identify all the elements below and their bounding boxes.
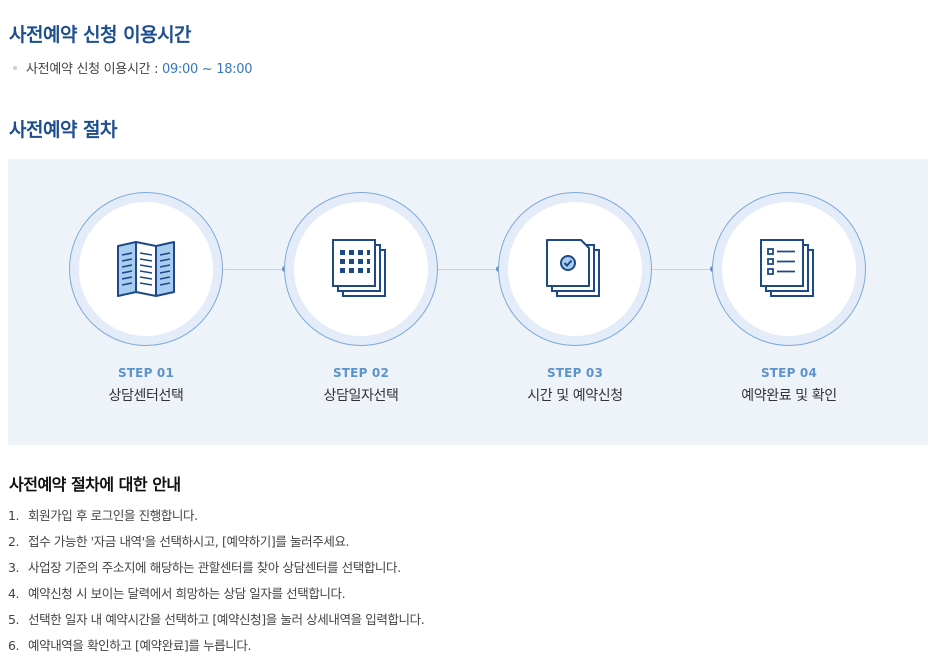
- guide-title: 사전예약 절차에 대한 안내: [9, 475, 181, 494]
- steps-section-title: 사전예약 절차: [9, 119, 118, 141]
- hours-section-title: 사전예약 신청 이용시간: [9, 24, 192, 46]
- calendar-grid-icon: [332, 239, 386, 297]
- step-4-circle: [712, 192, 866, 346]
- list-item: 3. 사업장 기준의 주소지에 해당하는 관할센터를 찾아 상담센터를 선택합니다…: [8, 560, 401, 575]
- list-item: 4. 예약신청 시 보이는 달력에서 희망하는 상담 일자를 선택합니다.: [8, 586, 346, 601]
- step-1-circle: [69, 192, 223, 346]
- document-check-icon: [546, 239, 600, 297]
- step-1-label: 상담센터선택: [108, 388, 184, 404]
- list-item: 5. 선택한 일자 내 예약시간을 선택하고 [예약신청]을 눌러 상세내역을 입…: [8, 612, 425, 627]
- open-book-icon: [117, 241, 175, 297]
- step-3-label: 시간 및 예약신청: [527, 388, 623, 404]
- steps-panel: STEP 01 상담센터선택 STEP 02 상담일자선택 STEP 03 시간…: [8, 159, 928, 445]
- hours-label: 사전예약 신청 이용시간 :: [26, 62, 163, 77]
- step-4-label: 예약완료 및 확인: [741, 388, 837, 404]
- hours-info: 사전예약 신청 이용시간 : 09:00 ~ 18:00: [13, 58, 253, 77]
- step-3-circle: [498, 192, 652, 346]
- list-item: 1. 회원가입 후 로그인을 진행합니다.: [8, 508, 198, 523]
- step-4: STEP 04 예약완료 및 확인: [709, 192, 869, 405]
- step-2-label: 상담일자선택: [323, 388, 399, 404]
- step-connector: [438, 269, 497, 270]
- step-2-number: STEP 02: [332, 366, 390, 380]
- step-4-number: STEP 04: [760, 366, 818, 380]
- bullet-icon: [13, 65, 17, 70]
- step-connector: [652, 269, 711, 270]
- guide-list: 1. 회원가입 후 로그인을 진행합니다. 2. 접수 가능한 '자금 내역'을 선…: [8, 507, 425, 663]
- step-2: STEP 02 상담일자선택: [281, 192, 441, 405]
- step-1: STEP 01 상담센터선택: [66, 192, 226, 405]
- hours-value: 09:00 ~ 18:00: [162, 62, 253, 77]
- list-item: 6. 예약내역을 확인하고 [예약완료]를 누릅니다.: [8, 638, 252, 653]
- list-item: 2. 접수 가능한 '자금 내역'을 선택하시고, [예약하기]를 눌러주세요.: [8, 534, 350, 549]
- step-3: STEP 03 시간 및 예약신청: [495, 192, 655, 405]
- step-1-number: STEP 01: [117, 366, 175, 380]
- step-connector: [223, 269, 283, 270]
- step-3-number: STEP 03: [546, 366, 604, 380]
- step-2-circle: [284, 192, 438, 346]
- checklist-icon: [760, 239, 814, 297]
